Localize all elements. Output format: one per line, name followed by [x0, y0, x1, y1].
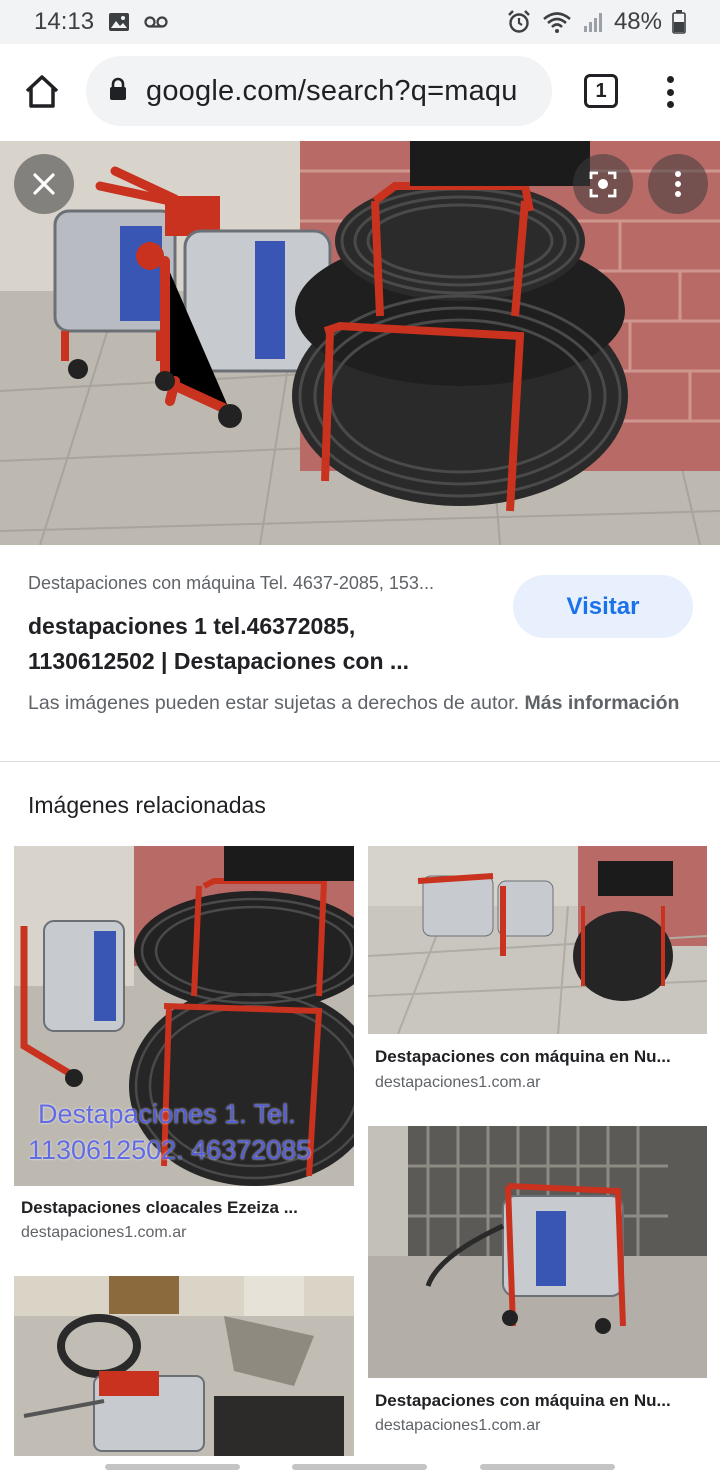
- related-card-image[interactable]: [368, 1126, 707, 1378]
- close-icon[interactable]: [14, 154, 74, 214]
- related-card-image[interactable]: [14, 1276, 354, 1456]
- related-card-image[interactable]: Destapaciones 1. Tel. 1130612502. 463720…: [14, 846, 354, 1186]
- related-card-title: Destapaciones con máquina en Nu...: [375, 1047, 671, 1066]
- status-time: 14:13: [34, 8, 95, 35]
- gallery-icon: [108, 12, 130, 32]
- related-card[interactable]: Destapaciones con máquina en Nu... desta…: [368, 846, 707, 1106]
- result-title-line2: 1130612502 | Destapaciones con ...: [28, 648, 410, 674]
- address-bar[interactable]: google.com/search?q=maqu: [86, 56, 552, 126]
- related-card-domain: destapaciones1.com.ar: [375, 1417, 541, 1434]
- alarm-icon: [506, 9, 532, 35]
- signal-icon: [582, 11, 604, 33]
- home-icon[interactable]: [22, 72, 62, 112]
- scroll-indicator: [480, 1464, 615, 1470]
- url-text: google.com/search?q=maqu: [146, 74, 518, 107]
- battery-icon: [672, 10, 686, 34]
- visit-button[interactable]: Visitar: [513, 575, 693, 638]
- battery-percent: 48%: [613, 8, 662, 35]
- wifi-icon: [542, 10, 572, 34]
- more-vert-icon[interactable]: [662, 72, 678, 112]
- scroll-indicator: [292, 1464, 427, 1470]
- divider: [0, 761, 720, 762]
- preview-image[interactable]: [0, 141, 720, 545]
- status-bar: 14:13 48%: [0, 0, 720, 44]
- related-card-image[interactable]: [368, 846, 707, 1034]
- related-card[interactable]: Destapaciones 1. Tel. 1130612502. 463720…: [14, 846, 354, 1256]
- tab-count: 1: [595, 79, 607, 102]
- lock-icon: [108, 77, 128, 106]
- copyright-text: Las imágenes pueden estar sujetas a dere…: [28, 692, 520, 714]
- watermark-line2: 1130612502. 46372085: [28, 1135, 312, 1165]
- related-card[interactable]: Destapaciones con máquina en Nu... desta…: [368, 1126, 707, 1446]
- related-card-title: Destapaciones cloacales Ezeiza ...: [21, 1198, 298, 1217]
- more-info-link[interactable]: Más información: [525, 692, 680, 714]
- result-title-line1: destapaciones 1 tel.46372085,: [28, 613, 356, 639]
- watermark-line1: Destapaciones 1. Tel.: [38, 1099, 296, 1129]
- related-card-domain: destapaciones1.com.ar: [375, 1074, 541, 1091]
- related-card-domain: destapaciones1.com.ar: [21, 1224, 187, 1241]
- watermark-overlay: Destapaciones 1. Tel. 1130612502. 463720…: [28, 1096, 354, 1168]
- scroll-indicator: [105, 1464, 240, 1470]
- related-card-title: Destapaciones con máquina en Nu...: [375, 1391, 671, 1410]
- browser-toolbar: google.com/search?q=maqu 1: [0, 44, 720, 140]
- result-source[interactable]: Destapaciones con máquina Tel. 4637-2085…: [28, 573, 488, 594]
- tab-switcher-icon[interactable]: 1: [584, 74, 618, 108]
- lens-icon[interactable]: [573, 154, 633, 214]
- result-title[interactable]: destapaciones 1 tel.46372085, 1130612502…: [28, 609, 478, 679]
- related-images-heading: Imágenes relacionadas: [28, 792, 266, 818]
- image-more-icon[interactable]: [648, 154, 708, 214]
- related-card[interactable]: [14, 1276, 354, 1456]
- copyright-notice: Las imágenes pueden estar sujetas a dere…: [28, 689, 692, 718]
- voicemail-icon: [144, 15, 168, 29]
